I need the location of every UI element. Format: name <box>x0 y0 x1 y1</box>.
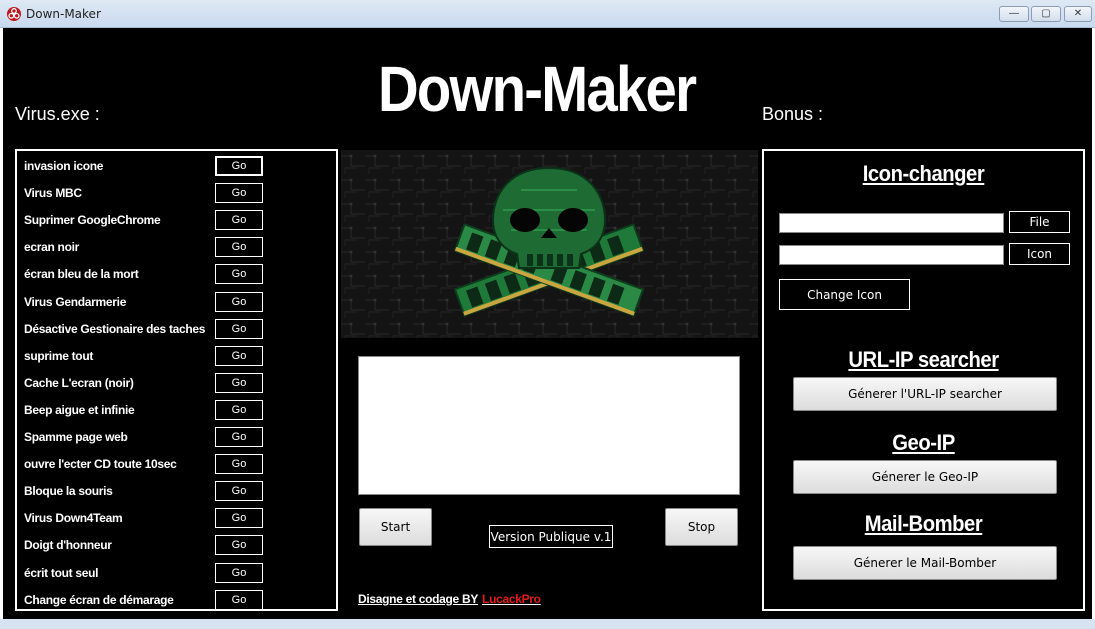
virus-label: Change écran de démarage <box>24 592 174 607</box>
skull-crossbones-ram-icon <box>341 150 758 338</box>
generate-mail-bomber-button[interactable]: Génerer le Mail-Bomber <box>793 546 1057 580</box>
virus-row: Cache L'ecran (noir) Go <box>17 370 336 397</box>
window-title: Down-Maker <box>26 7 101 21</box>
virus-row: suprime tout Go <box>17 343 336 370</box>
bonus-section-label: Bonus : <box>762 104 824 124</box>
virus-label: Désactive Gestionaire des taches <box>24 321 206 336</box>
virus-row: ecran noir Go <box>17 234 336 261</box>
geo-ip-heading: Geo-IP <box>892 430 955 455</box>
virus-row: Virus Gendarmerie Go <box>17 289 336 316</box>
virus-label: ouvre l'ecter CD toute 10sec <box>24 457 177 472</box>
go-button[interactable]: Go <box>215 291 263 312</box>
generate-geo-ip-button[interactable]: Génerer le Geo-IP <box>793 460 1057 494</box>
credit-label: Disagne et codage BY <box>358 592 479 606</box>
virus-label: suprime tout <box>24 348 94 363</box>
close-icon: ✕ <box>1073 8 1083 19</box>
skull-banner <box>341 150 758 338</box>
icon-path-input[interactable] <box>779 245 1004 265</box>
virus-label: Bloque la souris <box>24 484 113 499</box>
virus-label: écran bleu de la mort <box>24 267 139 282</box>
virus-label: Doigt d'honneur <box>24 538 112 553</box>
author-link[interactable]: LucackPro <box>482 592 541 606</box>
virus-label: Spamme page web <box>24 430 128 444</box>
start-button[interactable]: Start <box>359 508 432 546</box>
virus-label: ecran noir <box>24 240 80 255</box>
virus-label: Virus Gendarmerie <box>24 294 127 309</box>
taskbar-strip <box>0 619 1095 629</box>
virus-row: Suprimer GoogleChrome Go <box>17 207 336 234</box>
go-button[interactable]: Go <box>215 454 263 475</box>
go-button[interactable]: Go <box>215 237 263 258</box>
title-bar: Down-Maker — ▢ ✕ <box>0 0 1095 28</box>
change-icon-button[interactable]: Change Icon <box>779 279 910 310</box>
url-ip-heading: URL-IP searcher <box>848 347 999 372</box>
virus-row: Bloque la souris Go <box>17 478 336 505</box>
mail-bomber-heading: Mail-Bomber <box>864 511 983 536</box>
icon-changer-heading: Icon-changer <box>862 161 985 186</box>
virus-row: Beep aigue et infinie Go <box>17 397 336 424</box>
stop-button[interactable]: Stop <box>665 508 738 546</box>
biohazard-icon <box>7 7 21 21</box>
go-button[interactable]: Go <box>215 372 263 393</box>
go-button[interactable]: Go <box>215 535 263 556</box>
go-button[interactable]: Go <box>215 210 263 231</box>
virus-label: écrit tout seul <box>24 565 99 580</box>
virus-row: Désactive Gestionaire des taches Go <box>17 316 336 343</box>
go-button[interactable]: Go <box>215 318 263 339</box>
maximize-button[interactable]: ▢ <box>1031 6 1061 22</box>
output-textarea[interactable] <box>358 356 740 495</box>
virus-row: Virus MBC Go <box>17 180 336 207</box>
go-button[interactable]: Go <box>215 183 263 204</box>
virus-label: invasion icone <box>24 159 104 173</box>
virus-row: Doigt d'honneur Go <box>17 532 336 559</box>
minimize-icon: — <box>1009 8 1019 19</box>
file-button[interactable]: File <box>1009 211 1070 233</box>
version-label: Version Publique v.1 <box>489 525 613 548</box>
maximize-icon: ▢ <box>1041 8 1051 19</box>
virus-label: Suprimer GoogleChrome <box>24 213 161 228</box>
virus-label: Virus MBC <box>24 186 82 201</box>
app-title: Down-Maker <box>378 53 697 125</box>
go-button[interactable]: Go <box>215 264 263 285</box>
go-button[interactable]: Go <box>215 508 263 529</box>
generate-url-ip-button[interactable]: Génerer l'URL-IP searcher <box>793 377 1057 411</box>
virus-row: invasion icone Go <box>17 153 336 180</box>
virus-label: Beep aigue et infinie <box>24 402 135 417</box>
go-button[interactable]: Go <box>215 399 263 420</box>
virus-label: Virus Down4Team <box>24 511 123 526</box>
virus-row: écran bleu de la mort Go <box>17 261 336 288</box>
bonus-panel: Icon-changer File Icon Change Icon URL-I… <box>762 149 1085 611</box>
go-button[interactable]: Go <box>215 589 263 610</box>
virus-row: Spamme page web Go <box>17 424 336 451</box>
file-path-input[interactable] <box>779 213 1004 233</box>
virus-row: Change écran de démarage Go <box>17 587 336 614</box>
icon-button[interactable]: Icon <box>1009 243 1070 265</box>
go-button[interactable]: Go <box>215 345 263 366</box>
go-button[interactable]: Go <box>215 562 263 583</box>
minimize-button[interactable]: — <box>999 6 1029 22</box>
go-button[interactable]: Go <box>215 427 263 447</box>
virus-section-label: Virus.exe : <box>15 104 100 124</box>
virus-list-panel: invasion icone Go Virus MBC Go Suprimer Goog… <box>15 149 338 611</box>
virus-row: ouvre l'ecter CD toute 10sec Go <box>17 451 336 478</box>
credit-text: Disagne et codage BY LucackPro <box>358 592 541 606</box>
go-button[interactable]: Go <box>215 156 263 176</box>
virus-row: Virus Down4Team Go <box>17 505 336 532</box>
virus-row: écrit tout seul Go <box>17 560 336 587</box>
close-button[interactable]: ✕ <box>1064 6 1092 22</box>
virus-label: Cache L'ecran (noir) <box>24 375 134 390</box>
go-button[interactable]: Go <box>215 481 263 502</box>
